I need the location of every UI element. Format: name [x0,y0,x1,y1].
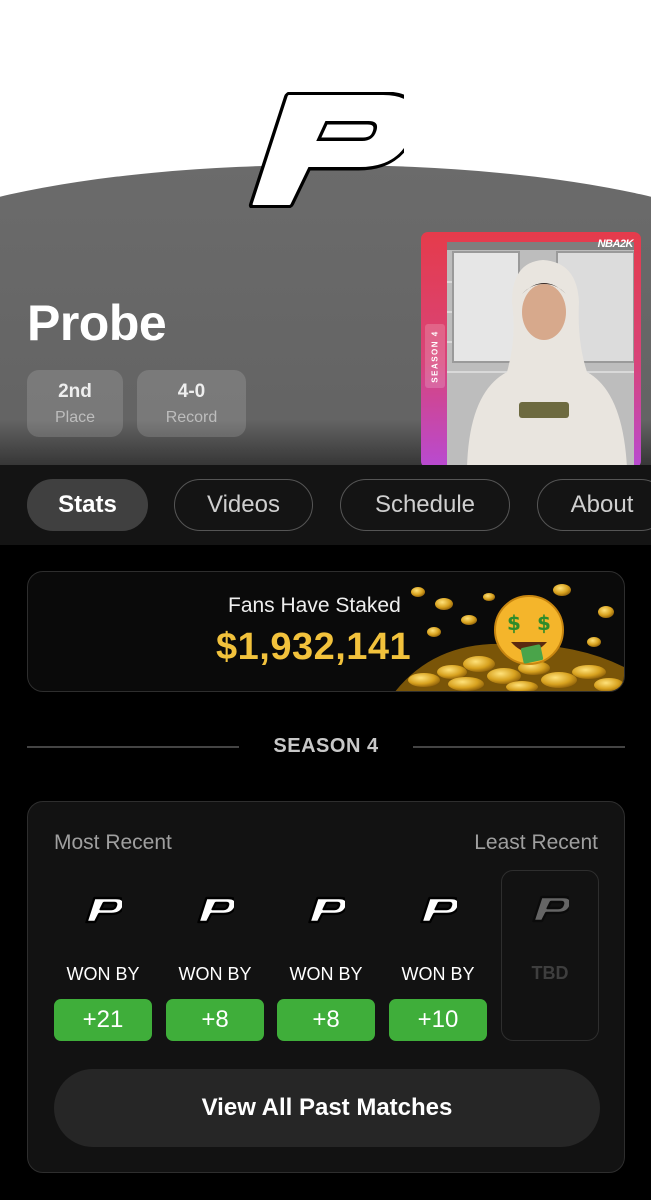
won-by-label: WON BY [66,964,140,984]
won-by-label: WON BY [289,964,363,984]
place-stat: 2nd Place [27,370,123,437]
player-photo [447,242,634,468]
opponent-logo-icon [308,896,345,924]
staked-amount: $1,932,141 [216,626,412,668]
season-heading: SEASON 4 [273,735,379,757]
upcoming-match[interactable]: TBD [501,870,599,1041]
record-label: Record [165,408,218,426]
record-stat: 4-0 Record [137,370,246,437]
tbd-label: TBD [531,963,569,983]
least-recent-label: Least Recent [474,831,598,854]
opponent-logo-icon [197,896,234,924]
player-name: Probe [27,295,167,351]
place-label: Place [54,408,96,426]
profile-tabs: Stats Videos Schedule About [0,465,651,545]
coins-pile-icon: $ $ [395,584,624,691]
opponent-logo-icon [420,896,457,924]
most-recent-label: Most Recent [54,831,172,854]
nba2k-badge: NBA2K [597,238,634,250]
win-margin-badge: +8 [166,999,264,1041]
opponent-logo-icon [85,896,122,924]
won-by-label: WON BY [401,964,475,984]
tab-stats[interactable]: Stats [27,479,148,531]
player-card[interactable]: SEASON 4 NBA2K [421,232,641,468]
place-value: 2nd [58,380,92,402]
fans-staked-banner[interactable]: Fans Have Staked $1,932,141 $ $ [27,571,625,692]
divider-left [27,746,239,748]
recent-matches-panel: Most Recent Least Recent WON BY +21 WON … [27,801,625,1173]
win-margin-badge: +10 [389,999,487,1041]
won-by-label: WON BY [178,964,252,984]
svg-text:$: $ [537,611,551,635]
card-season-tag: SEASON 4 [425,324,445,388]
svg-text:$: $ [507,611,521,635]
tab-schedule[interactable]: Schedule [340,479,510,531]
divider-right [413,746,625,748]
staked-title: Fans Have Staked [228,594,401,617]
view-all-past-matches-button[interactable]: View All Past Matches [54,1069,600,1147]
win-margin-badge: +21 [54,999,152,1041]
money-face-emoji-icon: $ $ [494,595,564,665]
tab-about[interactable]: About [537,479,651,531]
win-margin-badge: +8 [277,999,375,1041]
record-value: 4-0 [177,380,206,402]
opponent-logo-icon [532,895,569,923]
tab-videos[interactable]: Videos [174,479,313,531]
brand-p-logo-icon [248,92,404,208]
